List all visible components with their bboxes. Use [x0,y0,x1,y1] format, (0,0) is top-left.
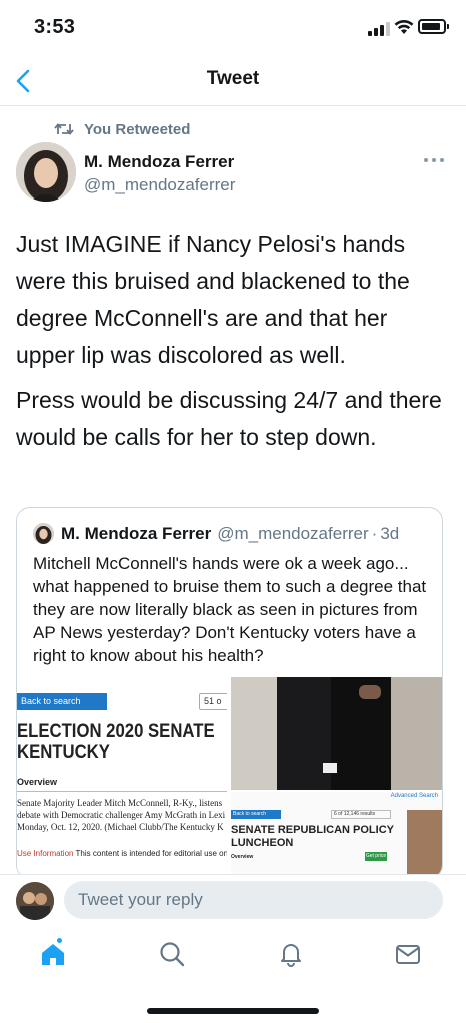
tab-messages[interactable] [394,940,422,968]
my-avatar[interactable] [16,882,54,920]
quoted-timestamp: 3d [380,523,400,543]
media-image-top-right[interactable] [231,677,442,790]
tab-bar [0,926,466,1023]
wifi-icon [394,19,414,34]
tab-home[interactable] [39,937,67,968]
pager-control: 51 o [199,693,227,710]
photo-background [391,677,442,790]
caption-line: Monday, Oct. 12, 2020. (Michael Clubb/Th… [17,822,224,832]
photo-hand [359,685,381,699]
article-title-line: ELECTION 2020 SENATE [17,721,215,742]
tweet-paragraph: Just IMAGINE if Nancy Pelosi's hands wer… [16,231,410,368]
article-title: ELECTION 2020 SENATE KENTUCKY [17,721,215,763]
search-icon [160,942,185,967]
quoted-tweet-text: Mitchell McConnell's hands were ok a wee… [33,554,427,665]
tab-search[interactable] [158,940,186,968]
reply-bar [0,874,466,926]
tab-notifications[interactable] [277,940,305,968]
get-price-button: Get price [365,852,387,861]
retweet-icon [54,123,74,135]
quoted-media-grid[interactable]: Back to search results 51 o ELECTION 202… [17,677,442,878]
article-title-line: LUNCHEON [231,837,294,849]
media-image-left[interactable]: Back to search results 51 o ELECTION 202… [17,677,229,878]
divider [17,791,227,792]
overview-label: Overview [17,777,58,787]
use-information-text: This content is intended for editorial u… [75,849,229,858]
advanced-search-link: Advanced Search [390,793,438,799]
caption-line: Senate Majority Leader Mitch McConnell, … [17,798,223,808]
back-to-results-badge: Back to search results [17,693,107,723]
quoted-author-handle: @m_mendozaferrer [217,523,369,543]
home-icon [42,944,64,965]
separator-dot: · [371,523,378,543]
retweet-context: You Retweeted [54,118,190,140]
article-title-line: SENATE REPUBLICAN POLICY [231,824,394,836]
overview-label: Overview [231,854,254,860]
retweet-label: You Retweeted [84,120,191,138]
article-title: SENATE REPUBLICAN POLICY LUNCHEON [231,824,401,850]
quoted-author-name: M. Mendoza Ferrer [61,523,212,543]
photo-cuff [323,763,337,773]
reply-input[interactable] [64,881,443,919]
quoted-tweet-header: M. Mendoza Ferrer @m_mendozaferrer · 3d [33,523,399,544]
use-information-label: Use Information [17,849,74,858]
tweet-body: Just IMAGINE if Nancy Pelosi's hands wer… [16,226,452,464]
media-image-bottom-right[interactable]: Advanced Search Back to search results 6… [231,792,442,878]
cellular-signal-icon [368,22,390,36]
status-time: 3:53 [34,16,76,38]
author-name[interactable]: M. Mendoza Ferrer [84,152,234,172]
notifications-icon [281,944,301,967]
back-to-results-badge: Back to search results [231,810,281,826]
notification-dot [56,937,63,944]
thumbnail-photo [407,810,442,878]
article-title-line: KENTUCKY [17,742,110,763]
more-options-icon[interactable] [424,154,444,166]
home-indicator [147,1008,319,1014]
page-title: Tweet [206,68,260,89]
quoted-author-avatar [33,523,54,544]
tweet-paragraph: Press would be discussing 24/7 and there… [16,387,442,450]
author-handle[interactable]: @m_mendozaferrer [84,175,235,195]
nav-header: Tweet [0,56,466,106]
author-avatar[interactable] [16,142,76,202]
status-bar: 3:53 [0,0,466,56]
use-information: Use Information This content is intended… [17,849,229,858]
quoted-tweet-card[interactable]: M. Mendoza Ferrer @m_mendozaferrer · 3d … [16,507,443,879]
battery-icon [418,19,449,34]
messages-icon [396,945,420,964]
caption-line: debate with Democratic challenger Amy Mc… [17,810,226,820]
photo-caption: Senate Majority Leader Mitch McConnell, … [17,797,227,833]
pager-control: 6 of 12,146 results [331,810,391,819]
